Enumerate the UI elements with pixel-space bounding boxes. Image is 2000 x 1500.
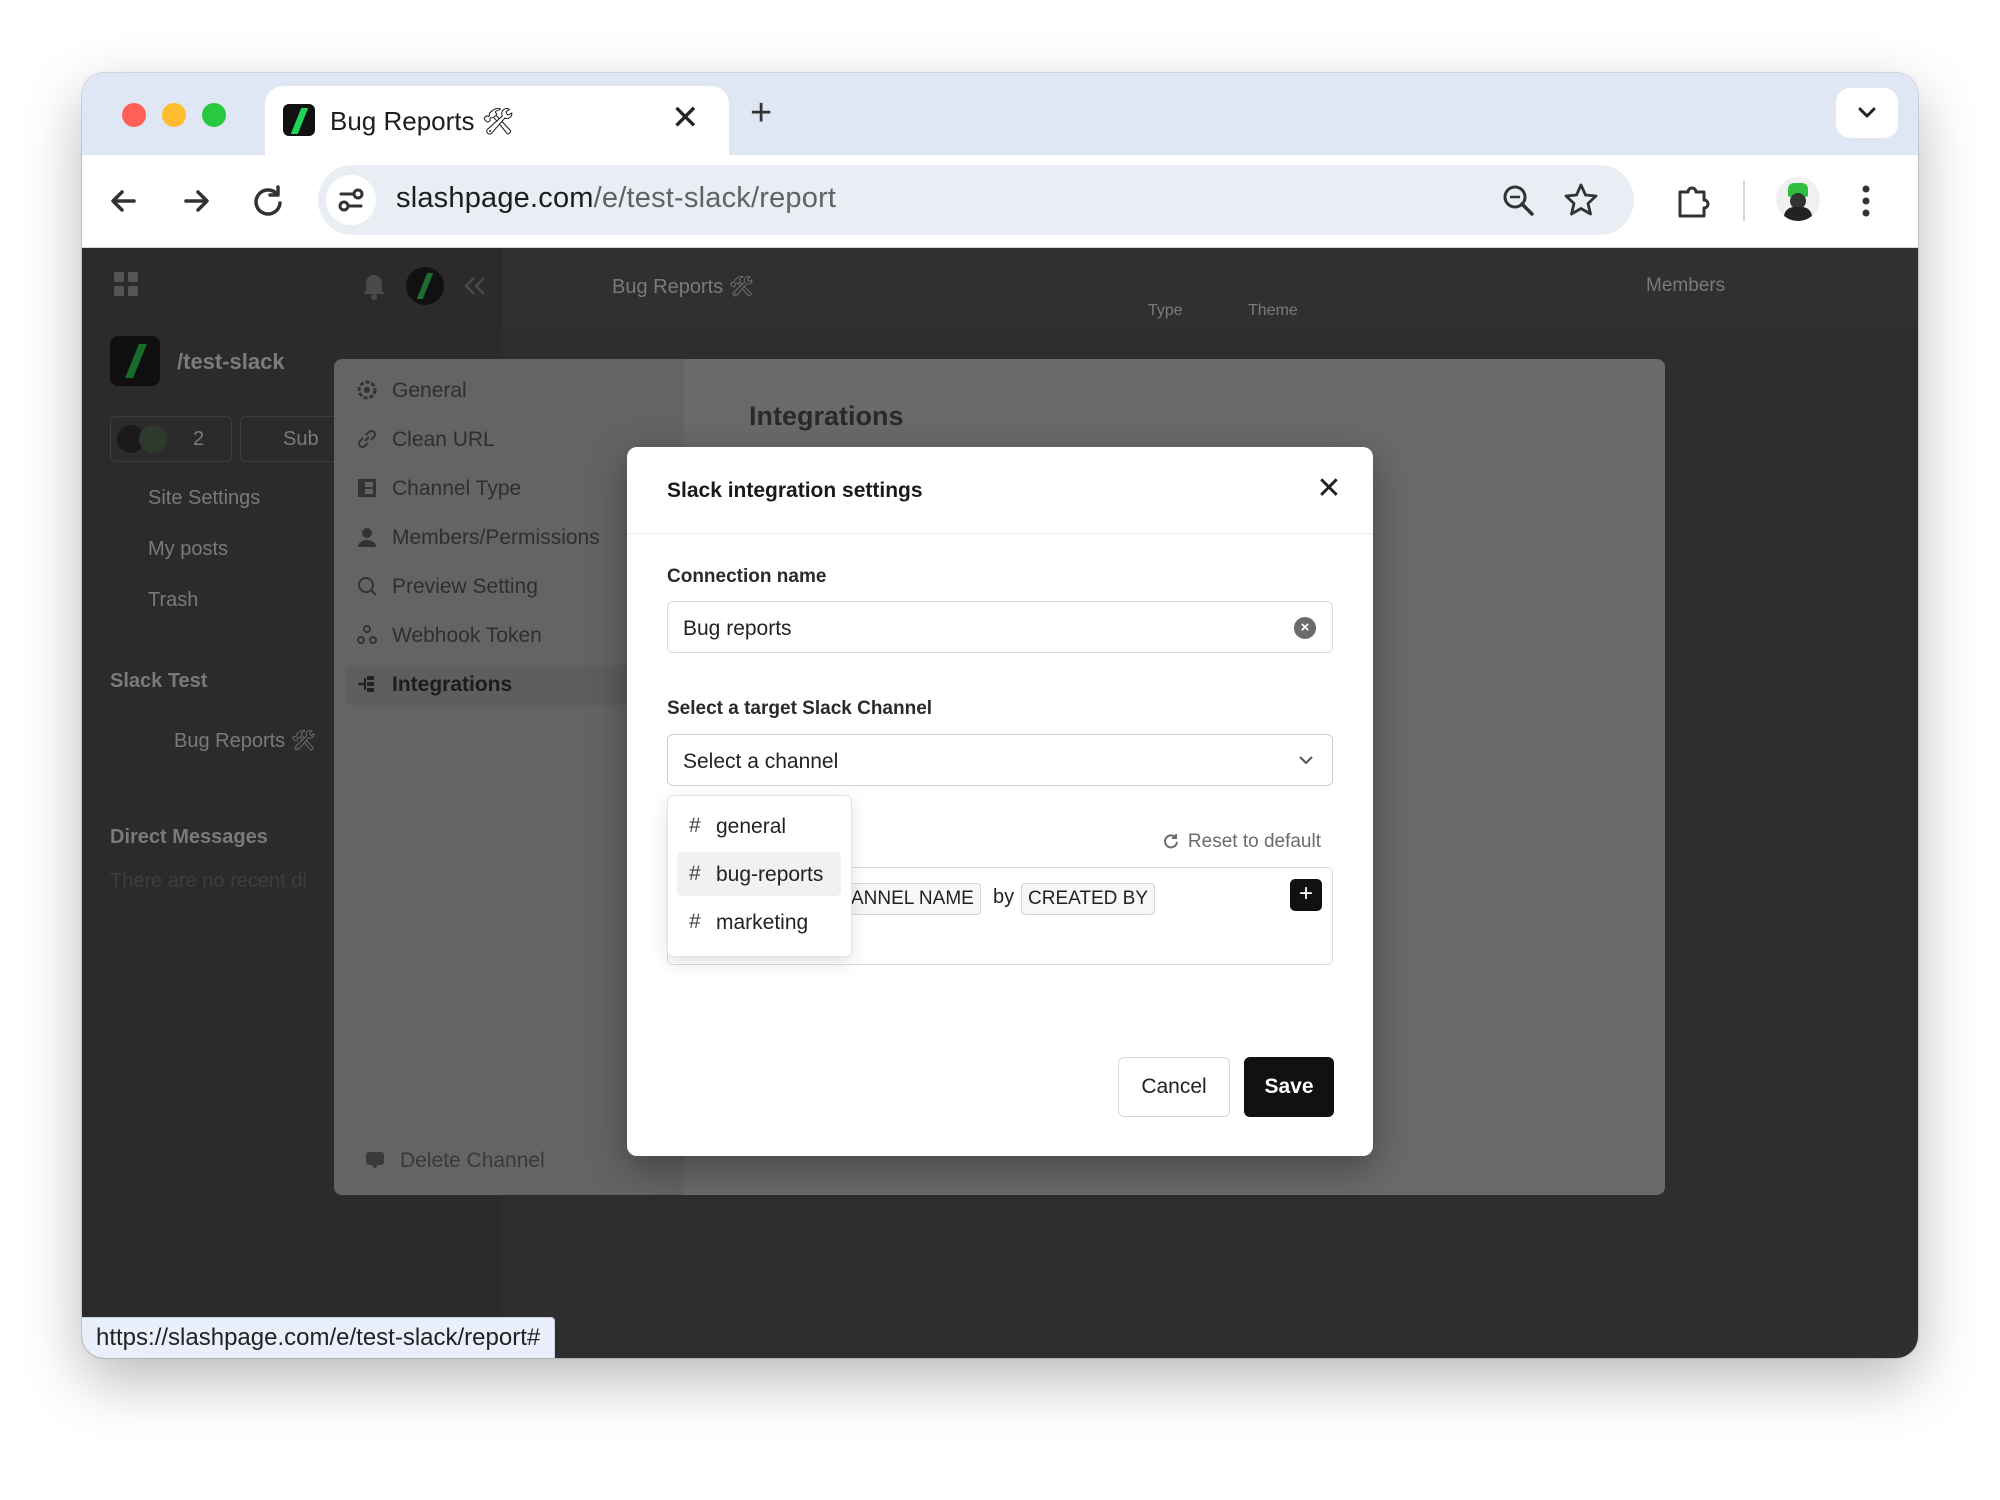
status-link-preview: https://slashpage.com/e/test-slack/repor… [82,1317,556,1358]
user-icon [358,528,376,547]
connection-name-label: Connection name [667,566,827,587]
bookmark-star-icon[interactable] [1562,181,1600,219]
channel-option-general[interactable]: # general [677,804,841,848]
close-icon[interactable]: ✕ [1311,471,1347,507]
channel-header: Bug Reports 🛠 Type Theme Members [502,248,1918,324]
menu-channel-type[interactable]: Channel Type [356,469,666,509]
delete-icon [366,1152,384,1169]
zoom-icon[interactable] [1500,182,1536,218]
nav-trash[interactable]: Trash [148,589,198,612]
layout-icon [358,479,376,497]
toolbar-theme-label[interactable]: Theme [1248,302,1298,320]
bell-icon[interactable] [360,270,388,300]
breadcrumb-channel[interactable]: Bug Reports 🛠 [612,274,754,299]
apps-grid-icon[interactable] [112,270,140,298]
slack-integration-dialog: Slack integration settings ✕ Connection … [627,447,1373,1156]
tab-bug-reports[interactable]: Bug Reports 🛠 ✕ [265,86,729,155]
close-window-button[interactable] [122,103,146,127]
dialog-header: Slack integration settings ✕ [627,447,1373,534]
members-pill[interactable]: 2 [110,416,232,462]
clear-input-icon[interactable]: × [1294,617,1316,639]
slashpage-favicon-icon [283,104,315,136]
address-bar[interactable]: slashpage.com/e/test-slack/report [318,165,1634,235]
integrations-heading: Integrations [749,401,904,431]
menu-preview-setting[interactable]: Preview Setting [356,567,666,607]
connection-name-input[interactable]: Bug reports × [667,601,1333,653]
workspace-avatar [110,336,160,386]
forward-arrow-icon[interactable] [174,179,218,223]
menu-general[interactable]: General [356,371,666,411]
reset-to-default-button[interactable]: Reset to default [1163,831,1321,853]
chip-created-by[interactable]: CREATED BY [1021,883,1156,915]
browser-menu-icon[interactable] [1858,181,1874,221]
save-button[interactable]: Save [1244,1057,1334,1117]
link-icon [357,429,377,449]
menu-clean-url[interactable]: Clean URL [356,420,666,460]
channel-item-bug-reports[interactable]: Bug Reports 🛠 [174,728,316,753]
template-by-text: by [993,886,1015,908]
menu-members-permissions[interactable]: Members/Permissions [356,518,666,558]
nav-my-posts[interactable]: My posts [148,538,228,561]
chevron-down-icon [1858,107,1876,118]
url-text: slashpage.com/e/test-slack/report [396,182,837,214]
hash-icon: # [689,910,701,933]
channel-option-bug-reports[interactable]: # bug-reports [677,852,841,896]
preview-search-icon [358,577,377,596]
back-arrow-icon[interactable] [102,179,146,223]
integrations-icon [358,676,374,692]
hash-icon: # [689,862,701,885]
toolbar-divider [1743,181,1745,221]
browser-toolbar: slashpage.com/e/test-slack/report [82,155,1918,248]
section-direct-messages: Direct Messages [110,826,268,848]
gear-icon [357,380,377,400]
maximize-window-button[interactable] [202,103,226,127]
menu-webhook-token[interactable]: Webhook Token [356,616,666,656]
toolbar-type-label[interactable]: Type [1148,302,1183,320]
browser-window: Bug Reports 🛠 ✕ + slashpage.com/e/test-s… [82,73,1918,1358]
reload-icon[interactable] [246,179,290,223]
dialog-title: Slack integration settings [667,479,923,502]
new-tab-icon[interactable]: + [750,93,772,133]
tab-title: Bug Reports 🛠 [330,106,515,136]
workspace-logo-icon[interactable] [406,267,444,305]
tab-close-icon[interactable]: ✕ [671,98,700,138]
add-variable-button[interactable]: + [1290,879,1322,911]
site-info-icon[interactable] [326,175,376,225]
profile-avatar[interactable] [1776,177,1820,221]
webhook-icon [357,625,377,644]
connection-name-value: Bug reports [683,617,792,640]
collapse-sidebar-icon[interactable] [460,272,488,300]
channel-select-label: Select a target Slack Channel [667,698,933,719]
channel-select-placeholder: Select a channel [683,750,839,773]
workspace-name[interactable]: /test-slack [177,349,285,375]
minimize-window-button[interactable] [162,103,186,127]
cancel-button[interactable]: Cancel [1118,1057,1230,1117]
chip-channel-name[interactable]: ANNEL NAME [844,883,981,915]
menu-integrations[interactable]: Integrations [346,665,672,705]
dm-empty-text: There are no recent di [110,870,307,892]
nav-site-settings[interactable]: Site Settings [148,487,260,510]
channel-option-marketing[interactable]: # marketing [677,900,841,944]
section-slack-test: Slack Test [110,670,208,692]
channel-select[interactable]: Select a channel [667,734,1333,786]
chevron-down-icon [1299,756,1313,765]
extensions-icon[interactable] [1672,180,1714,222]
member-count: 2 [193,428,205,450]
refresh-icon [1163,834,1178,849]
channel-dropdown: # general # bug-reports # marketing [667,795,852,957]
tab-strip: Bug Reports 🛠 ✕ + [82,73,1918,155]
hash-icon: # [689,814,701,837]
members-dropdown[interactable]: Members [1646,275,1725,297]
tab-search-button[interactable] [1836,88,1898,138]
